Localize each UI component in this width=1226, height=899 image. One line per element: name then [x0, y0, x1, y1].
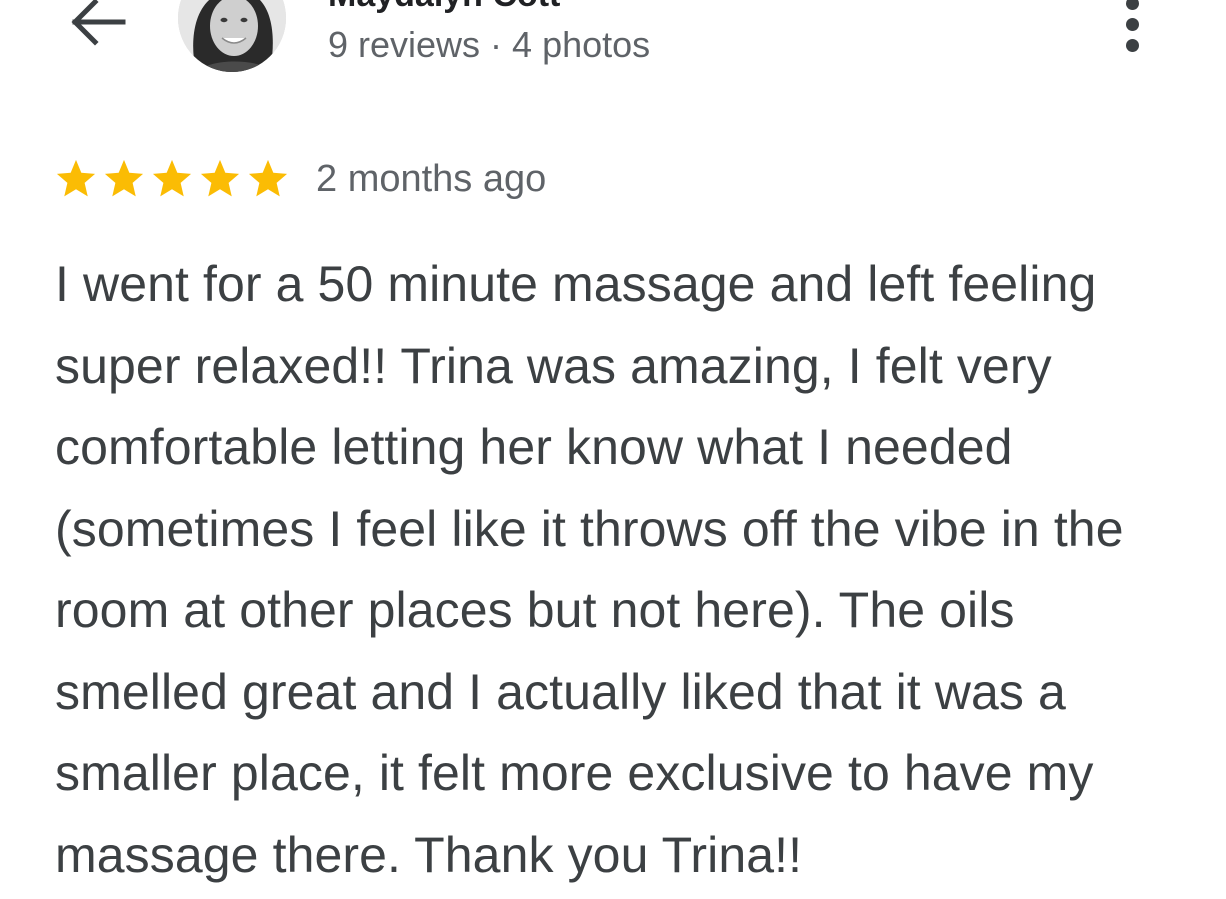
rating-row: 2 months ago — [54, 152, 546, 206]
avatar-photo — [178, 0, 286, 72]
review-header: Maydalyn Cott 9 reviews · 4 photos — [0, 0, 1226, 90]
star-icon — [152, 159, 192, 197]
arrow-left-icon — [71, 0, 126, 46]
more-vert-icon-dot — [1125, 17, 1139, 31]
author-meta: 9 reviews · 4 photos — [328, 24, 651, 65]
more-vert-icon — [1125, 0, 1139, 10]
author-name[interactable]: Maydalyn Cott — [328, 0, 560, 15]
back-button[interactable] — [62, 0, 132, 52]
more-options-button[interactable] — [1110, 0, 1154, 54]
review-time: 2 months ago — [316, 157, 547, 200]
review-text: I went for a 50 minute massage and left … — [55, 256, 1124, 883]
star-icon — [248, 159, 288, 197]
star-icon — [104, 159, 144, 197]
more-vert-icon-dot — [1125, 38, 1139, 52]
star-rating — [54, 157, 290, 201]
star-icon — [200, 159, 240, 197]
star-icon — [56, 159, 96, 197]
avatar[interactable] — [178, 0, 286, 72]
